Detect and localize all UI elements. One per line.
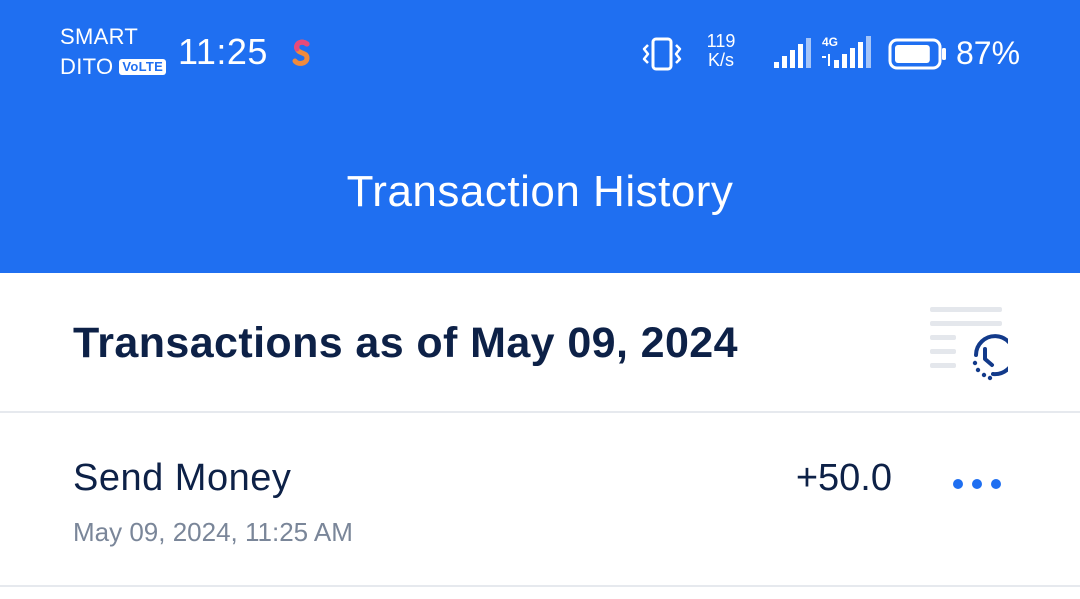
network-speed-unit: K/s [707, 50, 734, 70]
transaction-type: Send Money [73, 457, 292, 499]
network-speed: 119 K/s [700, 32, 742, 70]
battery-percentage: 87% [956, 35, 1021, 71]
app-header: SMART DITO VoLTE 11:25 119 K/s 4G 87% Tr… [0, 0, 1080, 273]
more-dots-icon[interactable] [946, 469, 1008, 499]
transaction-date: May 09, 2024, 11:25 AM [73, 517, 353, 547]
signal-4g-icon: 4G [822, 35, 871, 68]
battery-icon [888, 38, 946, 70]
signal-icon [774, 38, 811, 68]
carrier-name-1: SMART [60, 24, 139, 49]
network-type-label: 4G [822, 35, 838, 49]
section-title: Transactions as of May 09, 2024 [73, 319, 738, 367]
battery-fill [895, 45, 930, 63]
history-filter-icon[interactable] [926, 303, 1008, 383]
app-s-badge-icon [292, 39, 310, 66]
carrier-name-2: DITO [60, 54, 114, 79]
more-dot [953, 479, 963, 489]
more-dot [991, 479, 1001, 489]
more-dot [972, 479, 982, 489]
network-speed-value: 119 [706, 31, 736, 51]
transaction-row[interactable]: Send Money May 09, 2024, 11:25 AM +50.0 [0, 413, 1080, 587]
transaction-amount: +50.0 [795, 457, 892, 499]
volte-badge: VoLTE [119, 59, 167, 75]
vibrate-icon [642, 37, 682, 71]
page-title: Transaction History [346, 167, 734, 216]
status-clock: 11:25 [178, 31, 268, 72]
transactions-section-header: Transactions as of May 09, 2024 [0, 273, 1080, 413]
carrier-info: SMART DITO VoLTE [60, 22, 170, 82]
